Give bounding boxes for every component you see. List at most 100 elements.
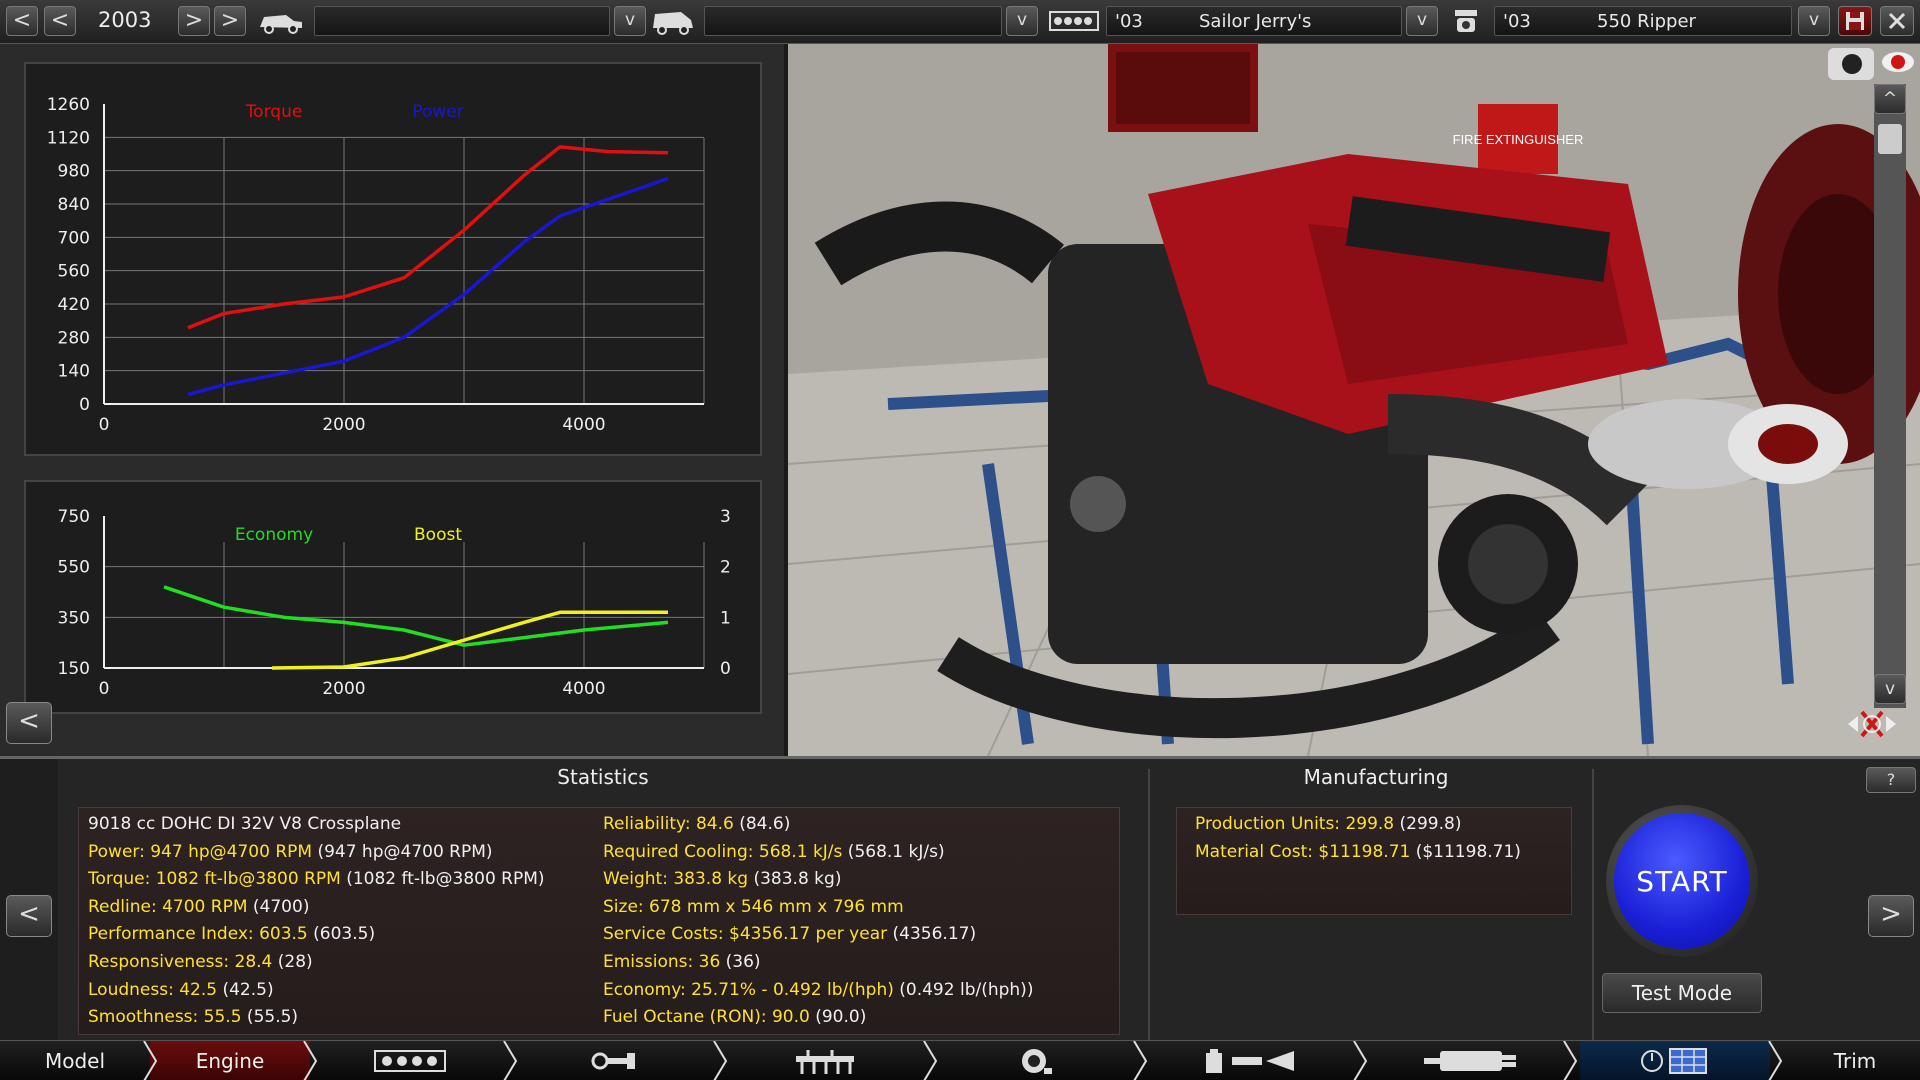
stat-key: Economy: 25.71% - 0.492 lb/(hph) [603,979,894,1000]
economy-boost-chart: 750 550 350 150 3 2 1 0 0 2000 4000 Economy Boost [24,480,762,714]
stat-key: Performance Index: 603.5 [88,924,308,945]
stat-row: Loudness: 42.5 (42.5) [88,980,274,1000]
stat-row: Size: 678 mm x 546 mm x 796 mm [603,897,904,917]
stat-value: (90.0) [809,1007,867,1028]
year-next-fast-button[interactable]: > [214,6,246,36]
nav-engine[interactable]: Engine [150,1041,310,1080]
scroll-up-button[interactable]: ^ [1874,84,1906,114]
y-left-tick-label: 750 [58,507,90,527]
stat-value: (603.5) [307,924,376,945]
chevron-right-icon [923,1041,938,1080]
economy-boost-chart-svg: 750 550 350 150 3 2 1 0 0 2000 4000 Economy Boost [58,507,731,699]
year-prev-fast-button[interactable]: < [6,6,38,36]
prev-page-button[interactable]: < [6,895,52,937]
engine-variant-select[interactable]: '03 550 Ripper [1494,6,1792,36]
year-next-button[interactable]: > [178,6,210,36]
y-right-tick-label: 3 [720,507,731,527]
stat-key: 9018 cc DOHC DI 32V V8 Crossplane [88,814,402,834]
next-page-button[interactable]: > [1868,895,1914,937]
stat-value: (28) [272,952,313,972]
save-icon[interactable] [1838,6,1872,36]
stat-row: Required Cooling: 568.1 kJ/s (568.1 kJ/s… [603,842,945,862]
stat-key: Power: 947 hp@4700 RPM [88,841,313,862]
stat-key: Reliability: 84.6 [603,814,734,834]
cylinder-head-icon [796,1050,854,1074]
reset-view-icon[interactable] [1844,704,1900,744]
engine-render: FIRE EXTINGUISHER [788,44,1920,756]
stat-value: (4356.17) [887,924,977,945]
top-toolbar: < < 2003 > > v v '03 Sailor Jerry's v '0… [0,0,1920,44]
stat-key: Material Cost: $11198.71 [1195,841,1411,862]
start-button[interactable]: START [1614,813,1750,949]
divider [1592,769,1594,1043]
year-value: 2003 [98,8,152,32]
stat-key: Service Costs: $4356.17 per year [603,924,888,945]
view-scrollbar[interactable]: ^ v [1874,84,1906,708]
statistics-panel: 9018 cc DOHC DI 32V V8 Crossplane Power: … [78,807,1120,1035]
car-model-select[interactable] [314,6,610,36]
nav-exhaust[interactable] [1370,1041,1570,1080]
nav-turbo[interactable] [940,1041,1130,1080]
year-prev-button[interactable]: < [44,6,76,36]
help-button[interactable]: ? [1866,767,1916,793]
x-tick-label: 0 [99,679,110,699]
car-model-dropdown-button[interactable]: v [614,6,646,36]
scroll-thumb[interactable] [1878,124,1902,154]
camera-icon[interactable] [1828,48,1874,80]
stat-key: Torque: 1082 ft-lb@3800 RPM [88,869,341,890]
car-trim-icon [648,5,698,37]
legend-torque: Torque [245,102,303,122]
engine-variant-icon [1448,5,1484,37]
manufacturing-title: Manufacturing [1303,765,1449,789]
stat-row: Economy: 25.71% - 0.492 lb/(hph) (0.492 … [603,980,1033,1000]
nav-model[interactable]: Model [0,1041,150,1080]
stat-key: Responsiveness: 28.4 [88,952,273,972]
test-mode-button[interactable]: Test Mode [1602,973,1762,1013]
graphs-back-button[interactable]: < [6,702,52,744]
y-tick-label: 980 [58,162,90,182]
eye-icon[interactable] [1880,48,1916,76]
stat-value: (55.5) [241,1007,299,1028]
stat-value: (4700) [247,896,310,917]
stat-row: Performance Index: 603.5 (603.5) [88,924,375,944]
car-trim-select[interactable] [704,6,1002,36]
exhaust-icon [1424,1051,1516,1071]
stat-row: Smoothness: 55.5 (55.5) [88,1007,298,1027]
nav-heads[interactable] [730,1041,920,1080]
nav-tuning[interactable] [1580,1041,1770,1080]
stat-key: Size: 678 mm x 546 mm x 796 mm [603,896,904,917]
chevron-right-icon [143,1041,158,1080]
y-tick-label: 280 [58,328,90,348]
engine-variant-dropdown-button[interactable]: v [1798,6,1830,36]
stats-area: < Statistics 9018 cc DOHC DI 32V V8 Cros… [0,756,1920,1043]
nav-engine-block[interactable] [320,1041,500,1080]
engine-3d-view[interactable]: FIRE EXTINGUISHER ^ v [788,44,1920,756]
scroll-down-button[interactable]: v [1874,674,1906,704]
engine-family-year: '03 [1115,11,1143,32]
divider [1148,769,1150,1043]
nav-trim[interactable]: Trim [1790,1041,1920,1080]
engine-family-name: Sailor Jerry's [1199,11,1312,32]
x-tick-label: 4000 [562,679,605,699]
stat-row: Redline: 4700 RPM (4700) [88,897,309,917]
chevron-right-icon [1768,1041,1783,1080]
stat-key: Weight: 383.8 kg [603,869,749,890]
y-tick-label: 700 [58,228,90,248]
stat-row: Responsiveness: 28.4 (28) [88,952,313,972]
chevron-right-icon [1133,1041,1148,1080]
nav-crankshaft[interactable] [520,1041,710,1080]
engine-family-select[interactable]: '03 Sailor Jerry's [1106,6,1402,36]
y-tick-label: 1260 [47,95,90,115]
close-icon[interactable] [1880,6,1914,36]
stat-value: (383.8 kg) [748,869,842,890]
stat-key: Production Units: 299.8 [1195,814,1395,834]
y-tick-label: 0 [79,395,90,415]
x-tick-label: 0 [99,415,110,435]
y-tick-label: 560 [58,262,90,282]
engine-family-dropdown-button[interactable]: v [1406,6,1438,36]
crankshaft-icon [591,1052,635,1070]
nav-fuel[interactable] [1150,1041,1350,1080]
car-trim-dropdown-button[interactable]: v [1006,6,1038,36]
stat-value: (36) [720,952,761,972]
y-right-tick-label: 1 [720,608,731,628]
